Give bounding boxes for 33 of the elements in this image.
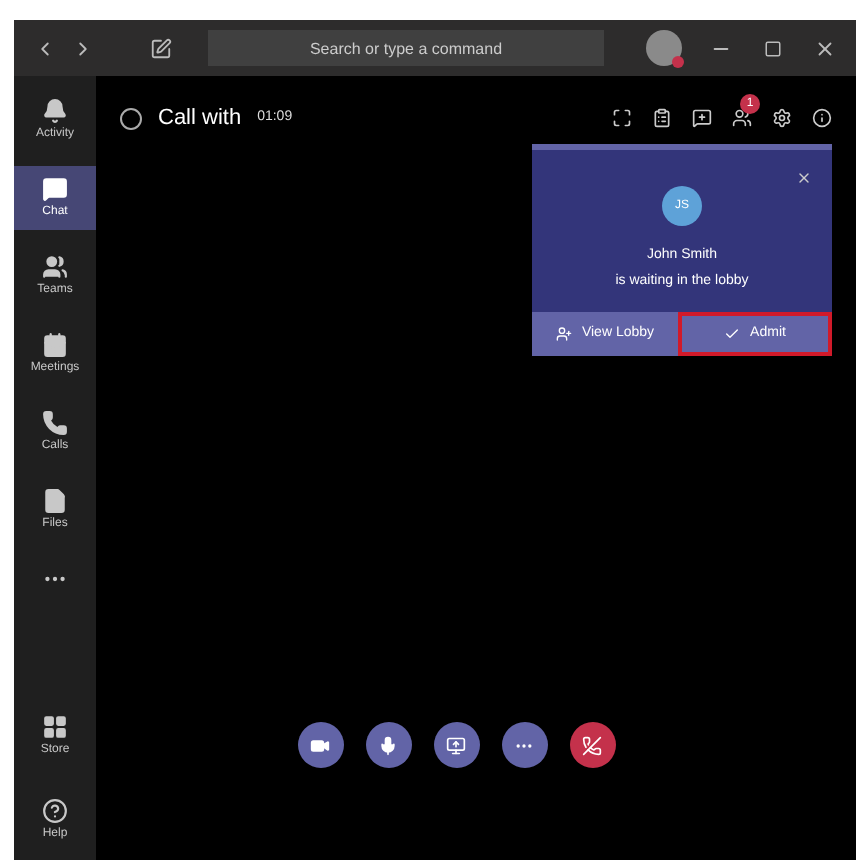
- apps-icon: [42, 714, 68, 740]
- maximize-icon[interactable]: [764, 39, 782, 57]
- info-icon[interactable]: [812, 108, 832, 128]
- compose-icon[interactable]: [150, 37, 172, 59]
- people-icon: [555, 326, 572, 342]
- help-icon: [42, 798, 68, 824]
- check-icon: [724, 326, 741, 342]
- hangup-icon: [582, 735, 602, 755]
- close-icon[interactable]: [796, 170, 812, 186]
- settings-icon[interactable]: [772, 108, 792, 128]
- notes-icon[interactable]: [652, 108, 672, 128]
- people-icon: [42, 254, 68, 280]
- bell-icon: [42, 98, 68, 124]
- search-field[interactable]: Search or type a command: [208, 30, 604, 66]
- avatar[interactable]: [646, 30, 682, 66]
- file-icon: [42, 488, 68, 514]
- phone-icon: [42, 410, 68, 436]
- participants-icon[interactable]: [732, 108, 752, 128]
- chat-icon: [42, 176, 68, 202]
- video-icon: [310, 735, 330, 755]
- call-title: Call with: [158, 103, 242, 134]
- mic-icon: [378, 735, 398, 755]
- calendar-icon: [42, 332, 68, 358]
- video-button[interactable]: [297, 722, 343, 768]
- microphone-button[interactable]: [365, 722, 411, 768]
- share-screen-button[interactable]: [433, 722, 479, 768]
- call-icon: [120, 107, 142, 129]
- fullscreen-icon[interactable]: [612, 108, 632, 128]
- share-icon: [446, 735, 466, 755]
- hang-up-button[interactable]: [569, 722, 615, 768]
- close-icon[interactable]: [814, 37, 836, 59]
- more-options-button[interactable]: [501, 722, 547, 768]
- chat-icon[interactable]: [692, 108, 712, 128]
